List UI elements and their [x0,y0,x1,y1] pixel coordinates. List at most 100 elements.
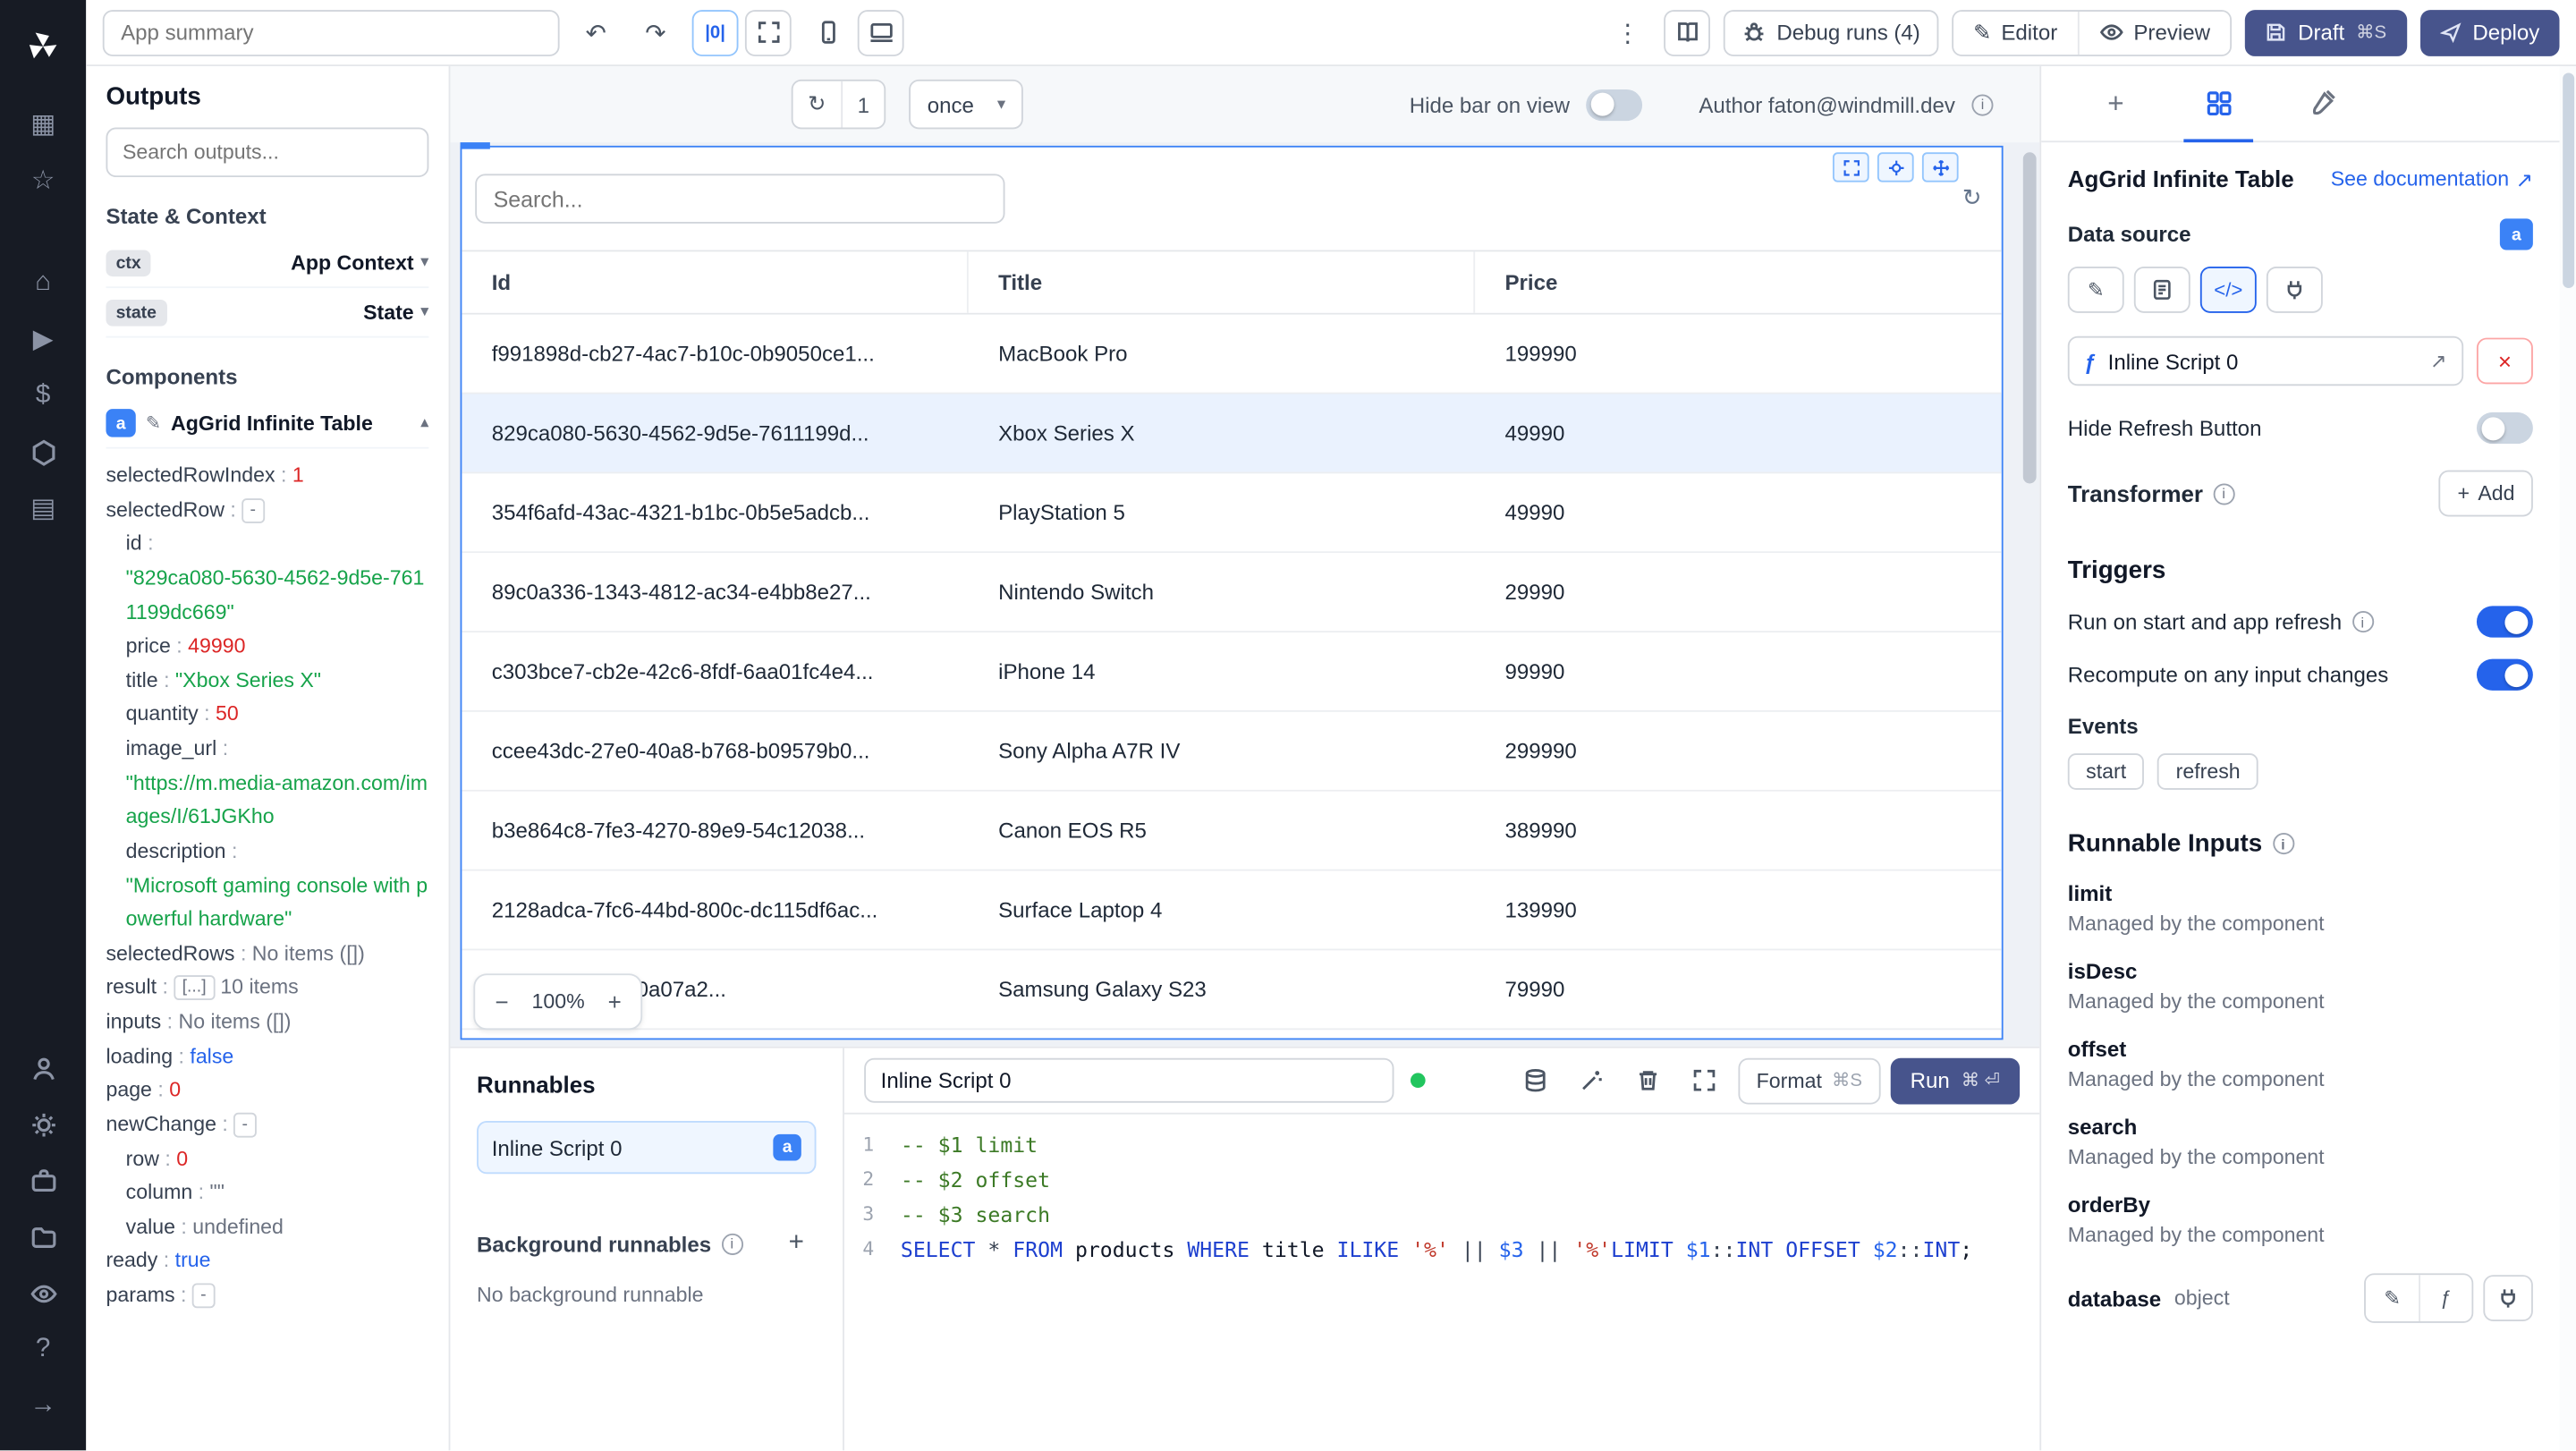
refresh-icon[interactable]: ↻ [793,81,841,128]
connect-plug-icon[interactable] [2266,266,2323,313]
page-scrollbar[interactable] [2559,66,2576,1451]
output-tree-entry[interactable]: quantity : 50 [106,698,428,732]
move-component-icon[interactable] [1921,152,1959,182]
audit-eye-icon[interactable] [0,1265,86,1321]
code-line[interactable]: 1 -- $1 limit [844,1127,2039,1162]
add-background-runnable-icon[interactable]: + [776,1224,816,1263]
canvas-scrollbar[interactable] [2022,149,2037,1040]
docs-book-icon[interactable] [1664,9,1711,56]
table-row[interactable]: b3e864c8-7fe3-4270-89e9-54c12038... Canon… [462,791,2002,871]
scrollbar-thumb[interactable] [2022,152,2037,484]
column-header-id[interactable]: Id [462,251,969,313]
static-pencil-icon[interactable]: ✎ [2365,1275,2419,1322]
output-tree-entry[interactable]: image_url : "https://m.media-amazon.com/… [106,732,428,835]
table-row[interactable]: c303bce7-cb2e-42c6-8fdf-6aa01fc4e4... iPh… [462,632,2002,712]
output-tree-entry[interactable]: column : "" [106,1175,428,1209]
output-tree-entry[interactable]: description : "Microsoft gaming console … [106,835,428,938]
output-tree-entry[interactable]: id : "829ca080-5630-4562-9d5e-7611199dc6… [106,527,428,630]
user-icon[interactable] [0,1039,86,1096]
scrollbar-thumb[interactable] [2562,72,2574,289]
column-header-title[interactable]: Title [969,251,1476,313]
code-line[interactable]: 4 SELECT * FROM products WHERE title ILIK… [844,1232,2039,1267]
table-row[interactable]: 829ca080-5630-4562-9d5e-7611199d... Xbox … [462,394,2002,474]
output-tree-entry[interactable]: ready : true [106,1244,428,1278]
app-canvas[interactable]: a ↻ Id Title [450,142,2040,1047]
table-row[interactable]: f991898d-cb27-4ac7-b10c-0b9050ce1... MacB… [462,314,2002,395]
expand-editor-icon[interactable] [1682,1059,1728,1102]
output-tree-entry[interactable]: title : "Xbox Series X" [106,664,428,698]
eval-fn-icon[interactable]: ƒ [2419,1275,2472,1322]
table-row[interactable]: 4c83-8022-5e70a07a2...Samsung Galaxy S23… [462,950,2002,1031]
code-line[interactable]: 2 -- $2 offset [844,1162,2039,1197]
help-icon[interactable]: ? [0,1321,86,1378]
redo-icon[interactable]: ↷ [632,9,679,55]
deploy-button[interactable]: Deploy [2419,9,2560,56]
theme-brush-tab[interactable] [2270,66,2373,140]
add-transformer-button[interactable]: + Add [2439,470,2533,517]
chevron-up-icon[interactable]: ▴ [420,414,428,432]
expand-canvas-icon[interactable] [744,9,792,56]
info-icon[interactable]: i [2213,482,2235,505]
format-button[interactable]: Format ⌘S [1738,1056,1881,1104]
info-icon[interactable]: i [2351,610,2374,633]
info-icon[interactable]: i [1971,93,1994,115]
anchor-component-icon[interactable] [1877,152,1914,182]
open-script-external-icon[interactable]: ↗ [2430,350,2447,373]
favorites-star-icon[interactable]: ☆ [0,152,86,208]
collapse-arrow-icon[interactable]: → [0,1378,86,1434]
apps-icon[interactable]: ▦ [0,96,86,152]
output-tree-entry[interactable]: price : 49990 [106,630,428,664]
refresh-count[interactable]: 1 [841,81,885,128]
table-search-input[interactable] [475,174,1005,224]
static-pencil-icon[interactable]: ✎ [2067,266,2124,313]
desktop-view-icon[interactable] [857,9,904,56]
see-documentation-link[interactable]: See documentation ↗ [2331,166,2533,191]
workspace-briefcase-icon[interactable] [0,1152,86,1209]
state-row[interactable]: state State ▾ [106,288,428,338]
preview-tab[interactable]: Preview [2077,11,2231,55]
interval-select[interactable]: once ▾ [909,79,1024,130]
draft-button[interactable]: Draft ⌘S [2244,9,2407,56]
script-name-input[interactable] [864,1057,1394,1103]
table-row[interactable]: 2128adca-7fc6-44bd-800c-dc115df6ac... Sur… [462,870,2002,951]
editor-tab[interactable]: ✎ Editor [1953,11,2078,55]
ctx-row[interactable]: ctx App Context ▾ [106,239,428,289]
remove-script-icon[interactable]: × [2476,337,2533,385]
table-row[interactable]: 89c0a336-1343-4812-ac34-e4bb8e27... Ninte… [462,553,2002,633]
linked-script-chip[interactable]: ƒ Inline Script 0 ↗ [2067,335,2464,386]
insert-component-tab[interactable]: + [2064,66,2167,140]
connect-plug-icon[interactable] [2483,1275,2533,1322]
output-tree-entry[interactable]: loading : false [106,1039,428,1073]
template-doc-icon[interactable] [2133,266,2190,313]
hide-bar-toggle[interactable] [1586,89,1643,121]
array-chip[interactable]: [...] [174,975,215,1001]
info-icon[interactable]: i [721,1232,743,1255]
runnable-item-inline-script-0[interactable]: Inline Script 0 a [477,1121,817,1175]
hide-refresh-toggle[interactable] [2476,412,2533,445]
zoom-out-icon[interactable]: − [492,989,513,1015]
output-tree-entry[interactable]: value : undefined [106,1210,428,1244]
table-row[interactable]: ccee43dc-27e0-40a8-b768-b09579b0... Sony … [462,711,2002,792]
output-tree-entry[interactable]: selectedRowIndex : 1 [106,459,428,493]
undo-icon[interactable]: ↶ [572,9,619,55]
debug-runs-button[interactable]: Debug runs (4) [1724,9,1939,56]
run-on-start-toggle[interactable] [2476,606,2533,638]
pencil-icon[interactable]: ✎ [146,412,161,434]
run-button[interactable]: Run ⌘ ⏎ [1890,1056,2021,1104]
column-header-price[interactable]: Price [1475,251,2002,312]
home-icon[interactable]: ⌂ [0,255,86,311]
aggrid-table-component[interactable]: a ↻ Id Title [460,142,2004,1040]
output-tree-entry[interactable]: newChange : - [106,1107,428,1141]
search-outputs-input[interactable] [106,127,429,178]
kebab-menu-icon[interactable]: ⋮ [1605,9,1651,55]
mobile-view-icon[interactable] [805,9,852,55]
delete-trash-icon[interactable] [1625,1059,1672,1102]
schedules-icon[interactable]: ▤ [0,480,86,537]
table-row[interactable]: 354f6afd-43ac-4321-b1bc-0b5e5adcb... Play… [462,473,2002,554]
code-area[interactable]: 1 -- $1 limit 2 -- $2 offset 3 -- $3 search 4 S… [844,1115,2039,1451]
component-settings-tab[interactable] [2167,66,2270,143]
output-tree-entry[interactable]: selectedRows : No items ([]) [106,937,428,971]
output-tree-entry[interactable]: page : 0 [106,1073,428,1107]
table-refresh-icon[interactable]: ↻ [1962,183,1982,211]
output-tree-entry[interactable]: params : - [106,1278,428,1312]
